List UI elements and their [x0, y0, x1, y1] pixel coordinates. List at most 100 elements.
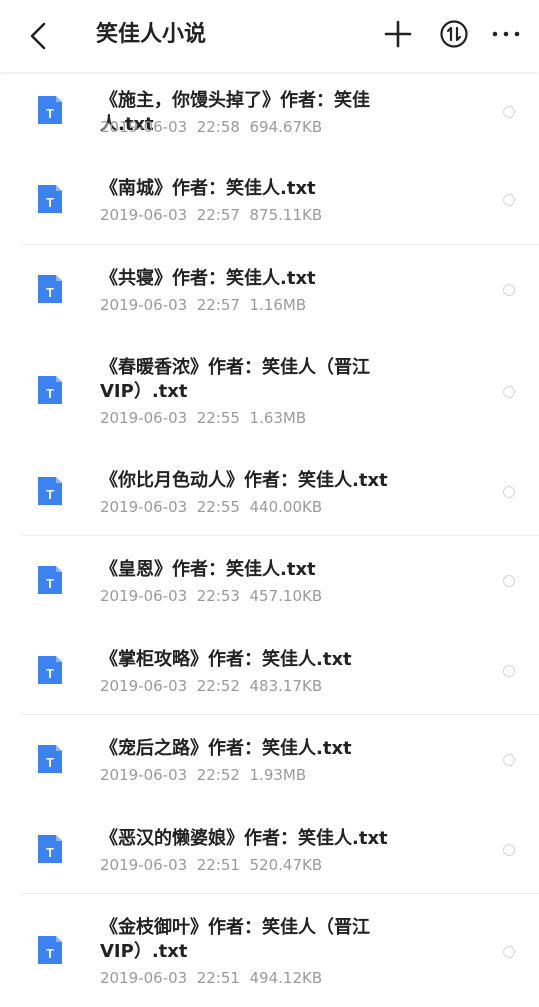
- svg-text:T: T: [46, 666, 54, 681]
- svg-text:T: T: [46, 386, 54, 401]
- file-list: T 《施主，你馒头掉了》作者：笑佳人.txt 2019-06-03 22:58 …: [0, 72, 539, 1007]
- page-title: 笑佳人小说: [96, 22, 207, 47]
- txt-file-icon: T: [38, 936, 62, 964]
- file-meta: 2019-06-03 22:55 440.00KB: [100, 497, 322, 517]
- plus-icon: [384, 20, 412, 48]
- file-size: 694.67KB: [249, 118, 323, 136]
- sort-icon: [440, 20, 468, 48]
- file-name: 《春暖香浓》作者：笑佳人（晋江VIP）.txt: [100, 357, 370, 402]
- file-time: 22:57: [196, 296, 240, 314]
- back-button[interactable]: [22, 18, 58, 54]
- file-meta: 2019-06-03 22:53 457.10KB: [100, 586, 322, 606]
- file-row[interactable]: T 《掌柜攻略》作者：笑佳人.txt 2019-06-03 22:52 483.…: [0, 626, 539, 715]
- txt-file-icon: T: [38, 745, 62, 773]
- svg-text:T: T: [46, 106, 54, 121]
- file-size: 483.17KB: [249, 677, 323, 695]
- select-radio[interactable]: [503, 844, 515, 856]
- txt-file-icon: T: [38, 185, 62, 213]
- file-size: 1.63MB: [249, 409, 307, 427]
- file-row[interactable]: T 《金枝御叶》作者：笑佳人（晋江VIP）.txt 2019-06-03 22:…: [0, 894, 539, 1007]
- txt-file-icon: T: [38, 96, 62, 124]
- txt-file-icon: T: [38, 656, 62, 684]
- file-date: 2019-06-03: [100, 587, 188, 605]
- file-date: 2019-06-03: [100, 206, 188, 224]
- select-radio[interactable]: [503, 106, 515, 118]
- txt-file-icon: T: [38, 376, 62, 404]
- select-radio[interactable]: [503, 754, 515, 766]
- svg-text:T: T: [46, 195, 54, 210]
- file-time: 22:52: [196, 677, 240, 695]
- file-date: 2019-06-03: [100, 856, 188, 874]
- file-size: 457.10KB: [249, 587, 323, 605]
- sort-button[interactable]: [438, 18, 470, 50]
- file-name: 《宠后之路》作者：笑佳人.txt: [100, 738, 352, 759]
- file-name: 《掌柜攻略》作者：笑佳人.txt: [100, 649, 352, 670]
- select-radio[interactable]: [503, 665, 515, 677]
- file-size: 1.93MB: [249, 766, 307, 784]
- file-meta: 2019-06-03 22:51 494.12KB: [100, 968, 322, 988]
- file-meta: 2019-06-03 22:57 875.11KB: [100, 205, 322, 225]
- txt-file-icon: T: [38, 835, 62, 863]
- file-time: 22:51: [196, 969, 240, 987]
- select-radio[interactable]: [503, 194, 515, 206]
- file-time: 22:55: [196, 409, 240, 427]
- txt-file-icon: T: [38, 477, 62, 505]
- file-meta: 2019-06-03 22:51 520.47KB: [100, 855, 322, 875]
- file-name: 《你比月色动人》作者：笑佳人.txt: [100, 470, 388, 491]
- file-date: 2019-06-03: [100, 969, 188, 987]
- select-radio[interactable]: [503, 486, 515, 498]
- txt-file-icon: T: [38, 275, 62, 303]
- file-row[interactable]: T 《共寝》作者：笑佳人.txt 2019-06-03 22:57 1.16MB: [0, 245, 539, 334]
- file-name: 《南城》作者：笑佳人.txt: [100, 178, 316, 199]
- file-row[interactable]: T 《你比月色动人》作者：笑佳人.txt 2019-06-03 22:55 44…: [0, 447, 539, 536]
- file-time: 22:53: [196, 587, 240, 605]
- select-radio[interactable]: [503, 284, 515, 296]
- file-time: 22:52: [196, 766, 240, 784]
- file-size: 440.00KB: [249, 498, 323, 516]
- chevron-left-icon: [30, 22, 46, 50]
- file-date: 2019-06-03: [100, 498, 188, 516]
- file-time: 22:57: [196, 206, 240, 224]
- select-radio[interactable]: [503, 575, 515, 587]
- file-date: 2019-06-03: [100, 766, 188, 784]
- file-name: 《共寝》作者：笑佳人.txt: [100, 268, 316, 289]
- top-bar: 笑佳人小说: [0, 0, 539, 72]
- file-size: 1.16MB: [249, 296, 307, 314]
- file-meta: 2019-06-03 22:55 1.63MB: [100, 408, 306, 428]
- file-row[interactable]: T 《宠后之路》作者：笑佳人.txt 2019-06-03 22:52 1.93…: [0, 715, 539, 805]
- select-radio[interactable]: [503, 946, 515, 958]
- file-row[interactable]: T 《南城》作者：笑佳人.txt 2019-06-03 22:57 875.11…: [0, 155, 539, 245]
- file-meta: 2019-06-03 22:57 1.16MB: [100, 295, 306, 315]
- file-meta: 2019-06-03 22:58 694.67KB: [100, 117, 322, 137]
- svg-text:T: T: [46, 487, 54, 502]
- svg-text:T: T: [46, 946, 54, 961]
- file-name: 《金枝御叶》作者：笑佳人（晋江VIP）.txt: [100, 917, 370, 962]
- file-size: 520.47KB: [249, 856, 323, 874]
- more-horizontal-icon: [492, 31, 520, 37]
- file-size: 494.12KB: [249, 969, 323, 987]
- file-time: 22:58: [196, 118, 240, 136]
- file-date: 2019-06-03: [100, 677, 188, 695]
- file-time: 22:55: [196, 498, 240, 516]
- file-date: 2019-06-03: [100, 118, 188, 136]
- add-button[interactable]: [382, 18, 414, 50]
- file-row[interactable]: T 《皇恩》作者：笑佳人.txt 2019-06-03 22:53 457.10…: [0, 536, 539, 626]
- file-name: 《恶汉的懒婆娘》作者：笑佳人.txt: [100, 828, 388, 849]
- file-date: 2019-06-03: [100, 296, 188, 314]
- more-button[interactable]: [490, 20, 522, 48]
- file-date: 2019-06-03: [100, 409, 188, 427]
- file-size: 875.11KB: [249, 206, 323, 224]
- file-time: 22:51: [196, 856, 240, 874]
- file-row[interactable]: T 《春暖香浓》作者：笑佳人（晋江VIP）.txt 2019-06-03 22:…: [0, 334, 539, 447]
- svg-text:T: T: [46, 755, 54, 770]
- file-row[interactable]: T 《施主，你馒头掉了》作者：笑佳人.txt 2019-06-03 22:58 …: [0, 72, 539, 155]
- svg-text:T: T: [46, 576, 54, 591]
- txt-file-icon: T: [38, 566, 62, 594]
- svg-text:T: T: [46, 845, 54, 860]
- file-meta: 2019-06-03 22:52 483.17KB: [100, 676, 322, 696]
- file-meta: 2019-06-03 22:52 1.93MB: [100, 765, 306, 785]
- file-name: 《皇恩》作者：笑佳人.txt: [100, 559, 316, 580]
- svg-text:T: T: [46, 285, 54, 300]
- file-row[interactable]: T 《恶汉的懒婆娘》作者：笑佳人.txt 2019-06-03 22:51 52…: [0, 805, 539, 894]
- select-radio[interactable]: [503, 386, 515, 398]
